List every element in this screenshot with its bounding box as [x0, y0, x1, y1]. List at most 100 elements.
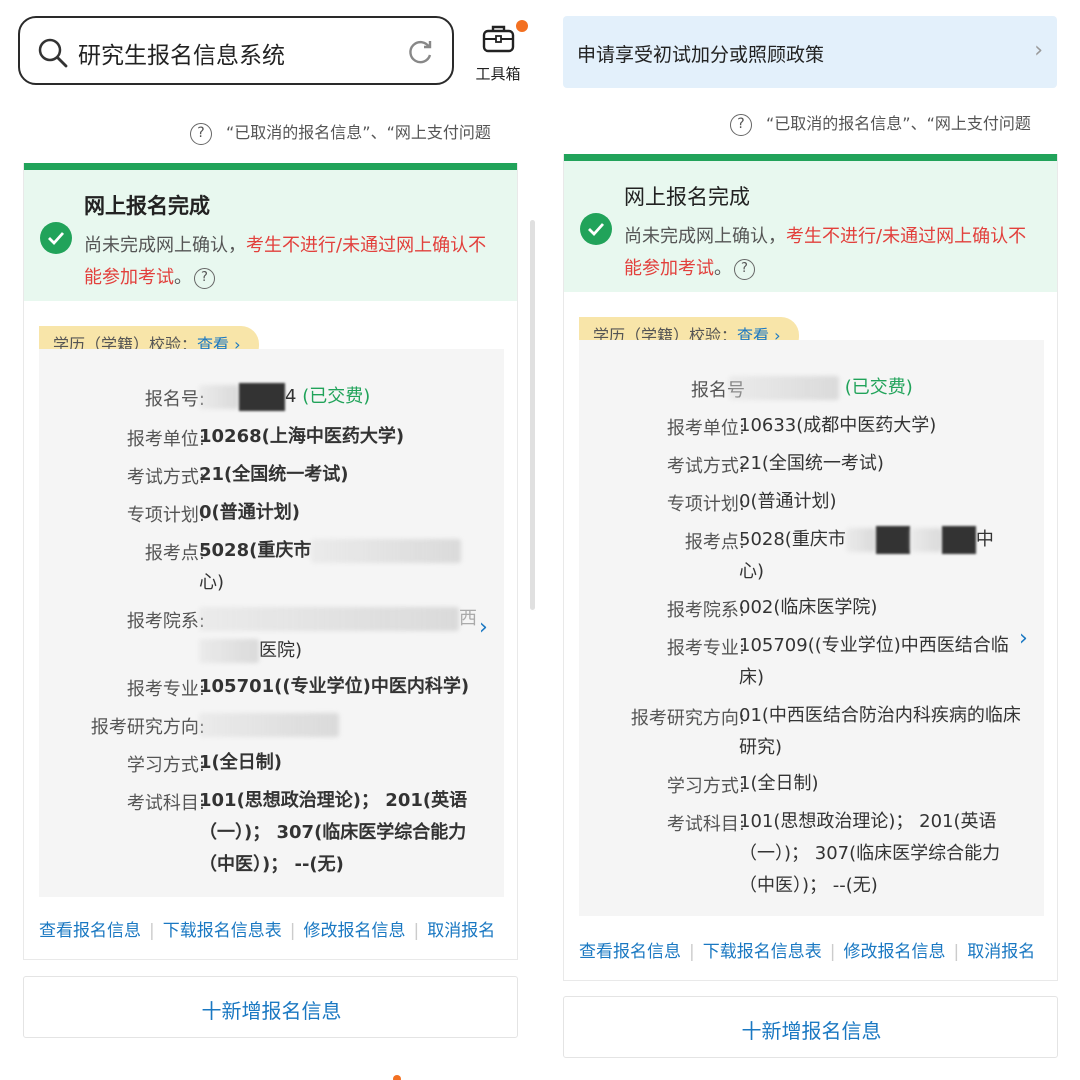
refresh-icon[interactable] [406, 38, 434, 66]
add-registration-label: 十新增报名信息 [741, 1019, 882, 1043]
field-label: 考试方式: [666, 456, 745, 477]
field-value: 10268(上海中医药大学) [199, 426, 405, 447]
field-value: 10633(成都中医药大学) [739, 415, 937, 436]
field-value [199, 709, 489, 741]
field-value: 0(普通计划) [739, 491, 837, 512]
toolbox-button[interactable]: 工具箱 [468, 18, 528, 84]
cancel-registration-link[interactable]: 取消报名 [967, 937, 1035, 962]
toolbox-icon [482, 25, 515, 53]
edit-registration-link[interactable]: 修改报名信息 [303, 916, 405, 941]
paid-status: (已交费) [844, 377, 913, 398]
question-icon: ? [190, 122, 212, 145]
field-value: 01(中西医结合防治内科疾病的临床研究) [739, 705, 1021, 758]
notice-text: “已取消的报名信息”、“网上支付问题 [766, 114, 1031, 133]
field-label: 报考研究方向: [630, 708, 745, 729]
field-label: 报考点: [684, 532, 745, 553]
chevron-right-icon: › [1034, 38, 1043, 63]
toolbox-label: 工具箱 [475, 65, 521, 83]
field-value: 1(全日制) [199, 752, 282, 773]
field-label: 报考点: [144, 543, 205, 564]
field-label: 报名号: [144, 389, 205, 410]
site-value-b: 中 [975, 529, 994, 550]
notice-text: “已取消的报名信息”、“网上支付问题 [226, 123, 491, 142]
field-label: 学习方式: [666, 776, 745, 797]
field-label: 学习方式: [126, 755, 205, 776]
field-value: 西医院) [199, 603, 489, 667]
field-label: 报考专业: [666, 638, 745, 659]
search-icon [38, 38, 68, 68]
status-text: 尚未完成网上确认， [624, 226, 786, 247]
scrollbar[interactable] [530, 220, 535, 610]
status-banner: 网上报名完成 尚未完成网上确认，考生不进行/未通过网上确认不能参加考试。? [564, 154, 1057, 292]
add-registration-label: 十新增报名信息 [201, 999, 342, 1023]
download-form-link[interactable]: 下载报名信息表 [163, 916, 282, 941]
field-value: 101(思想政治理论)； 201(英语（一）)； 307(临床医学综合能力（中医… [739, 811, 1001, 896]
question-icon[interactable]: ? [194, 267, 215, 289]
chevron-right-icon[interactable]: › [1019, 626, 1028, 651]
status-message: 尚未完成网上确认，考生不进行/未通过网上确认不能参加考试。? [624, 221, 1039, 285]
question-icon[interactable]: ? [734, 258, 755, 280]
field-value: 21(全国统一考试) [199, 464, 349, 485]
help-notice[interactable]: ? “已取消的报名信息”、“网上支付问题 [190, 119, 491, 145]
field-value: 5028(重庆市 中心) [739, 524, 1029, 588]
site-value-a: 5028(重庆市 [199, 540, 312, 561]
action-links: 查看报名信息 | 下载报名信息表 | 修改报名信息 | 取消报名 [39, 916, 509, 946]
field-label: 考试方式: [126, 467, 205, 488]
field-label: 专项计划: [666, 494, 745, 515]
status-title: 网上报名完成 [624, 185, 750, 209]
field-label: 报考单位: [666, 418, 745, 439]
left-screenshot: 研究生报名信息系统 工具箱 ? “已取消的报名信息”、“网上支付问题 网上报名完成… [0, 0, 540, 1080]
status-end: 。 [714, 258, 732, 279]
right-screenshot: 申请享受初试加分或照顾政策 › ? “已取消的报名信息”、“网上支付问题 网上报名… [540, 0, 1080, 1080]
field-label: 报考院系: [126, 611, 205, 632]
indicator-dot [393, 1075, 401, 1080]
action-links: 查看报名信息 | 下载报名信息表 | 修改报名信息 | 取消报名 [579, 937, 1049, 967]
add-registration-button[interactable]: 十新增报名信息 [563, 996, 1058, 1058]
check-icon [40, 222, 72, 254]
help-notice[interactable]: ? “已取消的报名信息”、“网上支付问题 [730, 110, 1031, 136]
field-value: 1(全日制) [739, 773, 819, 794]
field-label: 报考专业: [126, 679, 205, 700]
field-label: 报考院系: [666, 600, 745, 621]
notification-dot [516, 20, 528, 32]
question-icon: ? [730, 113, 752, 136]
field-label: 专项计划: [126, 505, 205, 526]
field-value: 105709((专业学位)中西医结合临床) [739, 635, 1009, 688]
check-icon [580, 213, 612, 245]
cancel-registration-link[interactable]: 取消报名 [427, 916, 495, 941]
search-text: 研究生报名信息系统 [78, 43, 285, 69]
edit-registration-link[interactable]: 修改报名信息 [843, 937, 945, 962]
dept-value-a: 西 [459, 608, 477, 629]
info-panel: 报名号 (已交费) 报考单位: 10633(成都中医药大学) 考试方式: 21(… [579, 340, 1044, 916]
bonus-policy-row[interactable]: 申请享受初试加分或照顾政策 › [563, 16, 1057, 88]
field-value: 002(临床医学院) [739, 597, 878, 618]
status-title: 网上报名完成 [84, 194, 210, 218]
dept-value-b: 医院) [259, 640, 303, 661]
field-value: (已交费) [729, 372, 1019, 404]
policy-text: 申请享受初试加分或照顾政策 [577, 44, 825, 66]
status-text: 尚未完成网上确认， [84, 235, 246, 256]
reg-no-suffix: 4 [285, 386, 297, 407]
field-value: 0(普通计划) [199, 502, 300, 523]
field-value: 5028(重庆市 心) [199, 535, 489, 599]
search-bar[interactable]: 研究生报名信息系统 [18, 16, 454, 85]
site-value-a: 5028(重庆市 [739, 529, 846, 550]
add-registration-button[interactable]: 十新增报名信息 [23, 976, 518, 1038]
info-panel: 报名号: 4 (已交费) 报考单位: 10268(上海中医药大学) 考试方式: … [39, 349, 504, 897]
field-value: 105701((专业学位)中医内科学) [199, 676, 470, 697]
field-label: 报考单位: [126, 429, 205, 450]
chevron-right-icon[interactable]: › [479, 615, 488, 640]
registration-card: 网上报名完成 尚未完成网上确认，考生不进行/未通过网上确认不能参加考试。? 学历… [23, 163, 518, 960]
registration-card: 网上报名完成 尚未完成网上确认，考生不进行/未通过网上确认不能参加考试。? 学历… [563, 154, 1058, 981]
view-registration-link[interactable]: 查看报名信息 [579, 937, 681, 962]
view-registration-link[interactable]: 查看报名信息 [39, 916, 141, 941]
status-end: 。 [174, 267, 192, 288]
status-message: 尚未完成网上确认，考生不进行/未通过网上确认不能参加考试。? [84, 230, 499, 294]
paid-status: (已交费) [302, 386, 371, 407]
field-value: 101(思想政治理论)； 201(英语（一）)； 307(临床医学综合能力（中医… [199, 790, 468, 875]
field-value: 4 (已交费) [199, 381, 489, 413]
download-form-link[interactable]: 下载报名信息表 [703, 937, 822, 962]
site-value-c: 心) [739, 561, 765, 582]
field-label: 考试科目: [666, 814, 745, 835]
field-label: 考试科目: [126, 793, 205, 814]
